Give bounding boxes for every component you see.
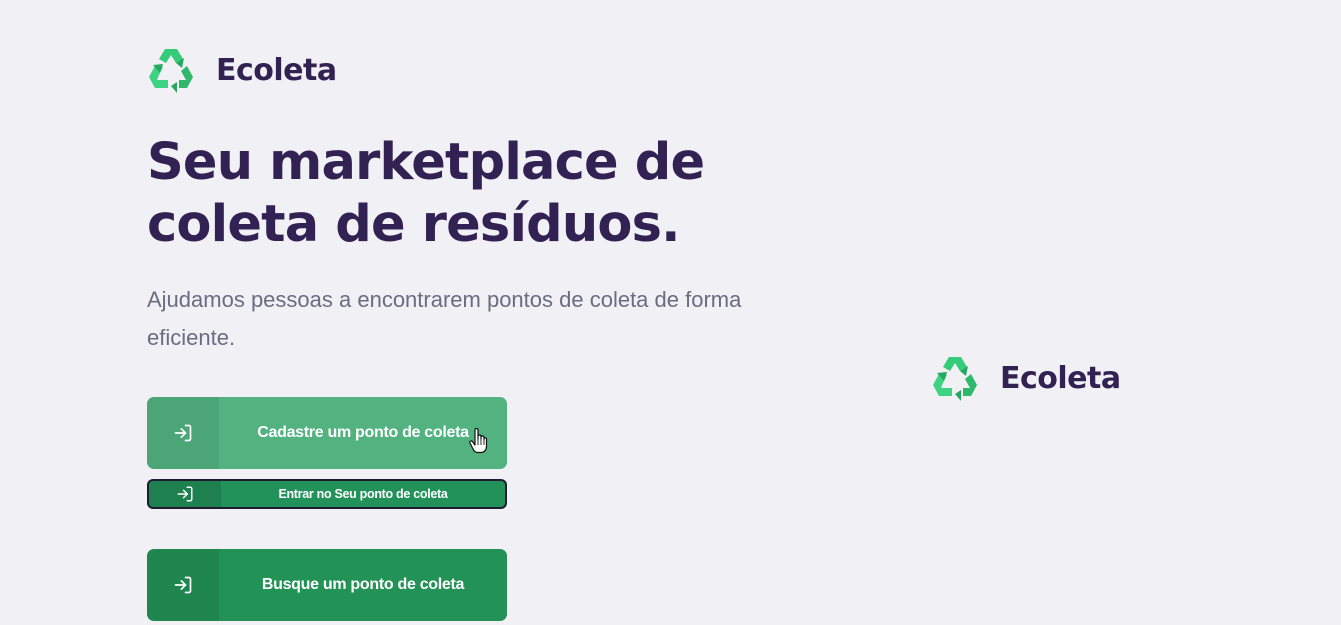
brand-name: Ecoleta xyxy=(216,52,337,88)
hand-cursor-icon xyxy=(469,428,488,454)
side-brand-name: Ecoleta xyxy=(1000,360,1121,396)
register-point-button[interactable]: Cadastre um ponto de coleta xyxy=(147,397,507,469)
log-in-icon xyxy=(149,481,221,507)
log-in-icon xyxy=(147,397,219,469)
enter-point-button[interactable]: Entrar no Seu ponto de coleta xyxy=(147,479,507,509)
search-point-label: Busque um ponto de coleta xyxy=(261,576,465,593)
side-logo: Ecoleta xyxy=(930,354,1121,402)
header-logo[interactable]: Ecoleta xyxy=(146,46,337,94)
recycle-icon xyxy=(933,357,977,401)
page: Ecoleta Seu marketplace de coleta de res… xyxy=(0,0,1341,625)
enter-point-label: Entrar no Seu ponto de coleta xyxy=(278,487,448,501)
recycle-icon xyxy=(149,49,193,93)
page-subtitle: Ajudamos pessoas a encontrarem pontos de… xyxy=(147,287,742,350)
log-in-icon xyxy=(147,549,219,621)
page-title: Seu marketplace de coleta de resíduos. xyxy=(147,133,705,254)
search-point-button[interactable]: Busque um ponto de coleta xyxy=(147,549,507,621)
register-point-label: Cadastre um ponto de coleta xyxy=(257,424,469,441)
